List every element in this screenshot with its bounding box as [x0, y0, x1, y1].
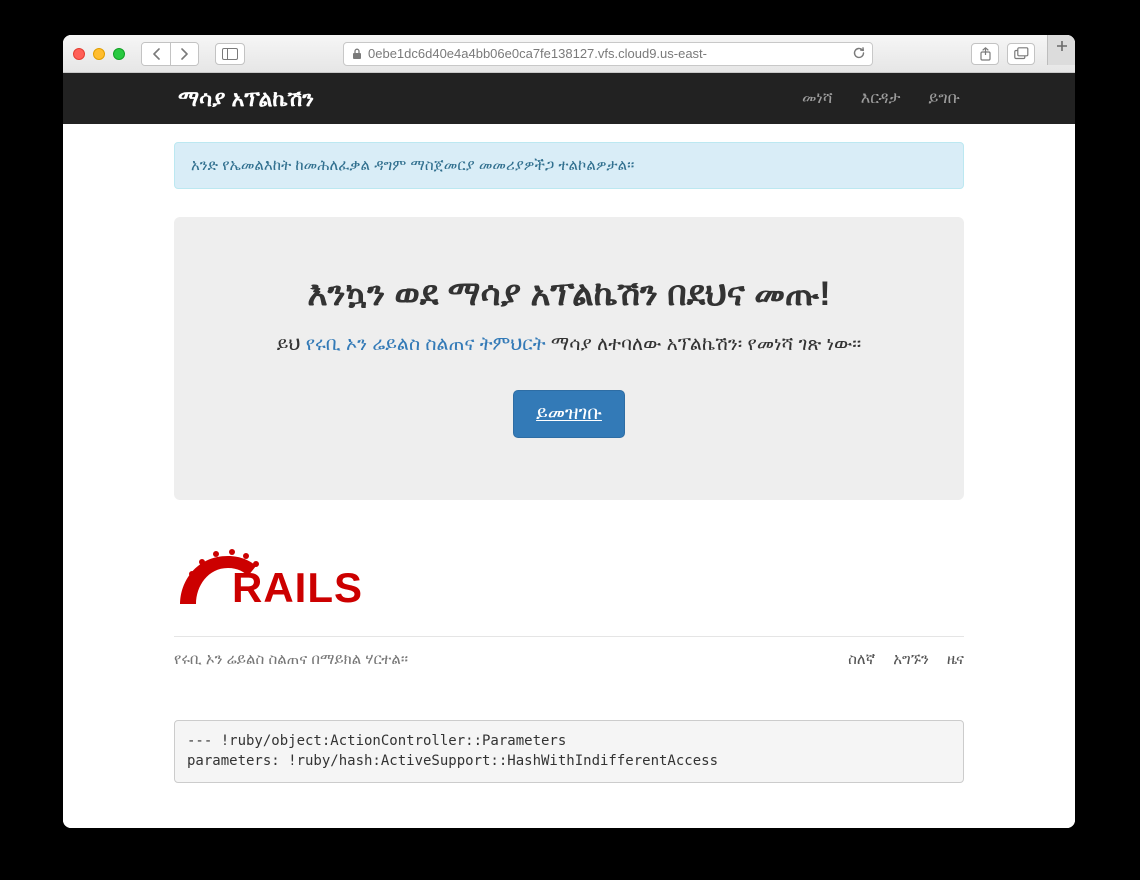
page-content: ማሳያ አፕልኬሽን መነሻ እርዳታ ይግቡ አንድ የኤመልእከት ከመሕለ… — [63, 73, 1075, 828]
nav-link-login[interactable]: ይግቡ — [929, 90, 960, 108]
sidebar-toggle-button[interactable] — [215, 43, 245, 65]
tutorial-link[interactable]: የሩቢ ኦን ሬይልስ ስልጠና ትምህርት — [306, 334, 546, 355]
rails-logo-text: RAILS — [232, 564, 363, 611]
address-bar[interactable]: 0ebe1dc6d40e4a4bb06e0ca7fe138127.vfs.clo… — [343, 42, 873, 66]
lead-after: ማሳያ ለተባለው አፕልኬሽን፡ የመነሻ ገጽ ነው፡፡ — [546, 334, 862, 355]
footer-links: ስለኛ አግኙን ዜና — [848, 651, 964, 668]
back-button[interactable] — [142, 43, 170, 65]
close-window-button[interactable] — [73, 48, 85, 60]
minimize-window-button[interactable] — [93, 48, 105, 60]
share-button[interactable] — [971, 43, 999, 65]
window-controls — [73, 48, 125, 60]
jumbotron: እንኳን ወደ ማሳያ አፕልኬሽን በደህና መጡ! ይህ የሩቢ ኦን ሬይ… — [174, 217, 964, 500]
rails-logo[interactable]: RAILS — [174, 534, 964, 612]
jumbotron-heading: እንኳን ወደ ማሳያ አፕልኬሽን በደህና መጡ! — [204, 275, 934, 314]
nav-back-forward-group — [141, 42, 199, 66]
footer-link-news[interactable]: ዜና — [947, 651, 964, 668]
main-container: አንድ የኤመልእከት ከመሕለፈቃል ዳግም ማስጀመርያ መመሪያዎችጋ ተ… — [174, 142, 964, 783]
jumbotron-lead: ይህ የሩቢ ኦን ሬይልስ ስልጠና ትምህርት ማሳያ ለተባለው አፕልኬ… — [204, 334, 934, 356]
footer: የሩቢ ኦን ሬይልስ ስልጠና በማይክል ሃርተል፡፡ ስለኛ አግኙን ዜ… — [174, 636, 964, 668]
titlebar: 0ebe1dc6d40e4a4bb06e0ca7fe138127.vfs.clo… — [63, 35, 1075, 73]
tabs-button[interactable] — [1007, 43, 1035, 65]
footer-link-about[interactable]: ስለኛ — [848, 651, 875, 668]
footer-link-contact[interactable]: አግኙን — [893, 651, 929, 668]
new-tab-button[interactable] — [1047, 35, 1075, 65]
toolbar-right — [971, 43, 1035, 65]
flash-info-alert: አንድ የኤመልእከት ከመሕለፈቃል ዳግም ማስጀመርያ መመሪያዎችጋ ተ… — [174, 142, 964, 189]
lock-icon — [352, 48, 362, 60]
debug-dump: --- !ruby/object:ActionController::Param… — [174, 720, 964, 783]
address-text: 0ebe1dc6d40e4a4bb06e0ca7fe138127.vfs.clo… — [368, 46, 707, 61]
zoom-window-button[interactable] — [113, 48, 125, 60]
nav-links: መነሻ እርዳታ ይግቡ — [802, 90, 960, 108]
nav-link-help[interactable]: እርዳታ — [861, 90, 901, 108]
footer-text: የሩቢ ኦን ሬይልስ ስልጠና በማይክል ሃርተል፡፡ — [174, 651, 408, 668]
brand-title[interactable]: ማሳያ አፕልኬሽን — [178, 86, 314, 112]
site-navbar: ማሳያ አፕልኬሽን መነሻ እርዳታ ይግቡ — [63, 73, 1075, 124]
browser-window: 0ebe1dc6d40e4a4bb06e0ca7fe138127.vfs.clo… — [63, 35, 1075, 828]
reload-button[interactable] — [852, 46, 866, 60]
forward-button[interactable] — [170, 43, 198, 65]
signup-button[interactable]: ይመዝገቡ — [513, 390, 625, 438]
lead-before: ይህ — [277, 334, 306, 355]
nav-link-home[interactable]: መነሻ — [802, 90, 833, 108]
